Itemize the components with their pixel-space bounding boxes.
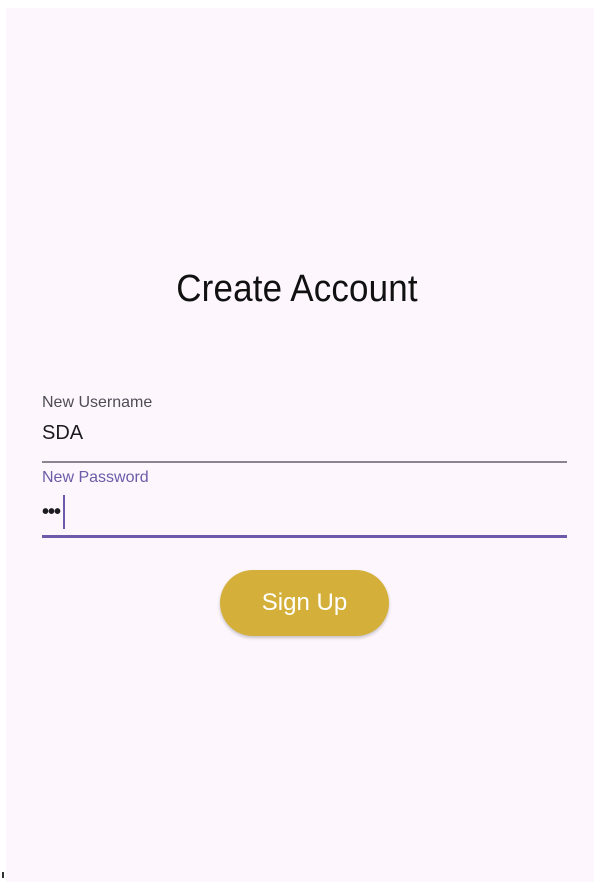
password-input[interactable]: ••• [42, 495, 66, 529]
password-label: New Password [42, 469, 149, 486]
username-label: New Username [42, 394, 153, 411]
username-field[interactable]: New Username SDA [42, 394, 567, 464]
password-underline [42, 535, 567, 538]
sign-up-button[interactable]: Sign Up [220, 570, 389, 636]
password-field[interactable]: New Password ••• [42, 469, 567, 541]
corner-mark [2, 872, 4, 878]
password-masked-value: ••• [42, 500, 61, 523]
text-cursor [63, 495, 66, 529]
page-title: Create Account [176, 268, 418, 310]
username-underline [42, 461, 567, 463]
username-input[interactable]: SDA [42, 422, 83, 445]
